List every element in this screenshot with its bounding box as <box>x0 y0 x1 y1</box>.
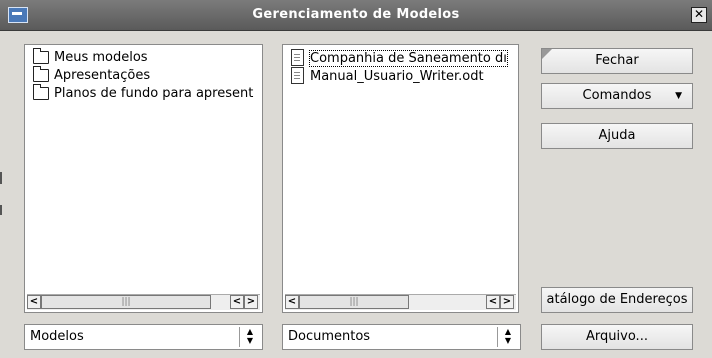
list-item-apresentacoes[interactable]: Apresentações <box>33 66 150 85</box>
folder-icon <box>33 48 49 64</box>
address-book-button[interactable]: atálogo de Endereços <box>541 287 693 313</box>
title-bar: Gerenciamento de Modelos ✕ <box>0 0 712 31</box>
scroll-left-icon[interactable]: < <box>230 295 244 309</box>
scroll-thumb[interactable]: ||| <box>41 295 211 309</box>
scroll-left-icon[interactable]: < <box>486 295 500 309</box>
scroll-right-icon[interactable]: > <box>244 295 258 309</box>
list-item-manual[interactable]: Manual_Usuario_Writer.odt <box>291 67 484 85</box>
documents-list[interactable]: Companhia de Saneamento dı Manual_Usuari… <box>282 44 519 313</box>
scroll-left-icon[interactable]: < <box>285 295 299 309</box>
folder-icon <box>33 66 49 82</box>
file-button[interactable]: Arquivo... <box>541 324 693 350</box>
list-item-meus-modelos[interactable]: Meus modelos <box>33 48 148 67</box>
edge-marker <box>0 205 2 215</box>
left-view-select[interactable]: Modelos ▲ ▼ <box>24 324 263 350</box>
edge-marker <box>0 172 2 184</box>
spin-icon[interactable]: ▲ ▼ <box>497 327 518 347</box>
right-view-select[interactable]: Documentos ▲ ▼ <box>282 324 521 350</box>
document-icon <box>291 67 304 84</box>
scroll-left-icon[interactable]: < <box>27 295 41 309</box>
scroll-thumb[interactable]: ||| <box>299 295 409 309</box>
commands-button[interactable]: Comandos ▼ <box>541 83 693 109</box>
default-marker-icon <box>542 49 552 59</box>
dropdown-arrow-icon: ▼ <box>675 91 682 101</box>
list-item-companhia[interactable]: Companhia de Saneamento dı <box>291 49 508 67</box>
close-button[interactable]: Fechar <box>541 48 693 74</box>
window-title: Gerenciamento de Modelos <box>252 7 460 22</box>
list-item-planos-de-fundo[interactable]: Planos de fundo para apresent <box>33 84 253 103</box>
document-icon <box>291 49 304 66</box>
help-button[interactable]: Ajuda <box>541 123 693 149</box>
scroll-right-icon[interactable]: > <box>500 295 514 309</box>
close-window-icon[interactable]: ✕ <box>691 7 707 23</box>
horizontal-scrollbar[interactable]: < ||| < > <box>285 294 516 310</box>
horizontal-scrollbar[interactable]: < ||| < > <box>27 294 260 310</box>
folder-icon <box>33 84 49 100</box>
spin-icon[interactable]: ▲ ▼ <box>239 327 260 347</box>
template-categories-list[interactable]: Meus modelos Apresentações Planos de fun… <box>24 44 263 313</box>
